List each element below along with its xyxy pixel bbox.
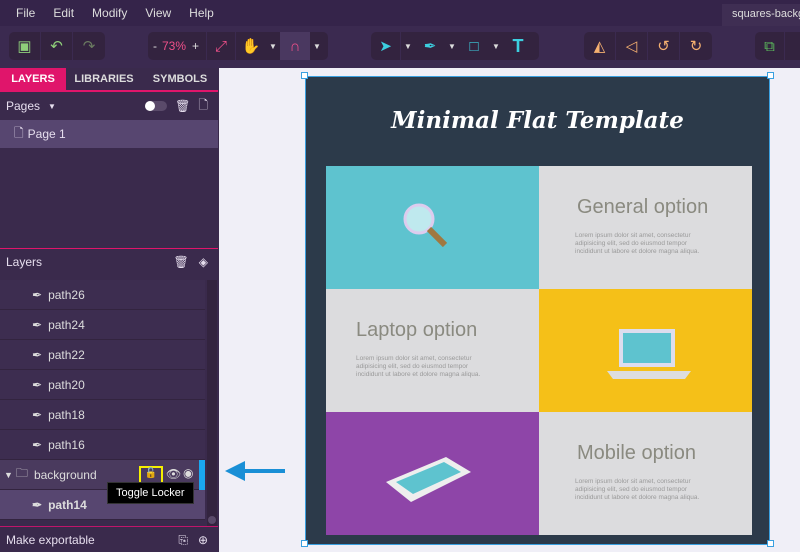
pen-tool-icon[interactable]: ✒ [415, 32, 445, 60]
scrollbar[interactable] [207, 280, 217, 526]
add-export-icon[interactable]: ⊕ [198, 533, 208, 547]
phone-icon [386, 457, 471, 502]
add-layer-icon[interactable]: ◈ [199, 255, 208, 269]
resize-handle[interactable] [301, 540, 308, 547]
flip-vertical-icon[interactable]: ◁ [616, 32, 648, 60]
zoom-out-button[interactable]: - [148, 39, 162, 53]
zoom-in-button[interactable]: + [192, 39, 206, 53]
tab-symbols[interactable]: SYMBOLS [142, 68, 218, 90]
menu-edit[interactable]: Edit [53, 6, 74, 20]
toolbar: ▣ ↶ ↷ - 73% + ⤢ ✋ ▼ ∩ ▼ ➤ ▼ ✒ ▼ □ ▼ T ◭ … [0, 26, 800, 68]
resize-handle[interactable] [301, 72, 308, 79]
make-exportable-label[interactable]: Make exportable [6, 533, 95, 547]
zoom-level[interactable]: 73% [162, 39, 192, 53]
chevron-down-icon[interactable]: ▼ [48, 102, 56, 111]
rotate-right-icon[interactable]: ↻ [680, 32, 712, 60]
cell-laptop [539, 289, 752, 412]
page-item[interactable]: 🗋 Page 1 [0, 120, 218, 148]
layer-item[interactable]: ✒ path20 [0, 370, 205, 400]
cell-search [326, 166, 539, 289]
chevron-down-icon[interactable]: ▼ [445, 42, 459, 51]
page-icon: 🗋 [14, 125, 24, 140]
menu-modify[interactable]: Modify [92, 6, 127, 20]
target-icon[interactable]: ◉ [183, 466, 193, 480]
menu-view[interactable]: View [145, 6, 171, 20]
chevron-down-icon[interactable]: ▼ [310, 42, 324, 51]
layer-item[interactable]: ✒ path16 [0, 430, 205, 460]
cell-mobile-text: Mobile option Lorem ipsum dolor sit amet… [539, 412, 752, 535]
pages-label[interactable]: Pages [6, 99, 40, 113]
rectangle-tool-icon[interactable]: □ [459, 32, 489, 60]
cell-mobile [326, 412, 539, 535]
magnifier-icon [403, 203, 448, 248]
menu-bar: File Edit Modify View Help [0, 0, 800, 26]
layers-label: Layers [6, 255, 43, 269]
menu-file[interactable]: File [16, 6, 35, 20]
folder-icon: 🗀 [15, 466, 28, 480]
select-tool-icon[interactable]: ➤ [371, 32, 401, 60]
resize-handle[interactable] [767, 540, 774, 547]
arrow-left-icon [225, 461, 285, 481]
layer-item[interactable]: ✒ path22 [0, 340, 205, 370]
save-icon[interactable]: ▣ [9, 32, 41, 60]
document-tab[interactable]: squares-background [722, 4, 800, 26]
chevron-down-icon[interactable]: ▼ [4, 470, 13, 480]
export-icon[interactable]: ⎘ [178, 533, 188, 548]
cell-laptop-text: Laptop option Lorem ipsum dolor sit amet… [326, 289, 539, 412]
add-page-icon[interactable]: 🗋 [198, 96, 208, 117]
pages-toggle[interactable] [145, 101, 168, 111]
hand-tool-icon[interactable]: ✋ [236, 32, 266, 60]
undo-icon[interactable]: ↶ [41, 32, 73, 60]
redo-icon[interactable]: ↷ [73, 32, 105, 60]
artboard[interactable]: Minimal Flat Template General option Lor… [305, 76, 770, 545]
text-tool-icon[interactable]: T [503, 32, 533, 60]
tooltip: Toggle Locker [107, 482, 194, 504]
artboard-title: Minimal Flat Template [391, 107, 684, 134]
layer-item[interactable]: ✒ path18 [0, 400, 205, 430]
tab-layers[interactable]: LAYERS [0, 68, 66, 90]
snap-magnet-icon[interactable]: ∩ [280, 32, 310, 60]
layer-item[interactable]: ✒ path26 [0, 280, 205, 310]
flip-horizontal-icon[interactable]: ◭ [584, 32, 616, 60]
left-panel: LAYERS LIBRARIES SYMBOLS Pages ▼ 🗑 🗋 🗋 P… [0, 68, 218, 552]
laptop-icon [607, 329, 691, 379]
layer-item[interactable]: ✒ path24 [0, 310, 205, 340]
menu-help[interactable]: Help [189, 6, 214, 20]
resize-handle[interactable] [767, 72, 774, 79]
transform-icon[interactable]: ⧉ [755, 32, 785, 60]
rotate-left-icon[interactable]: ↺ [648, 32, 680, 60]
eye-icon[interactable]: 👁 [166, 467, 181, 481]
cell-general: General option Lorem ipsum dolor sit ame… [539, 166, 752, 289]
fit-screen-icon[interactable]: ⤢ [206, 32, 236, 60]
trash-icon[interactable]: 🗑 [174, 255, 189, 269]
canvas[interactable]: Minimal Flat Template General option Lor… [219, 68, 800, 552]
chevron-down-icon[interactable]: ▼ [266, 42, 280, 51]
tab-libraries[interactable]: LIBRARIES [66, 68, 142, 90]
trash-icon[interactable]: 🗑 [175, 99, 190, 113]
chevron-down-icon[interactable]: ▼ [489, 42, 503, 51]
chevron-down-icon[interactable]: ▼ [401, 42, 415, 51]
